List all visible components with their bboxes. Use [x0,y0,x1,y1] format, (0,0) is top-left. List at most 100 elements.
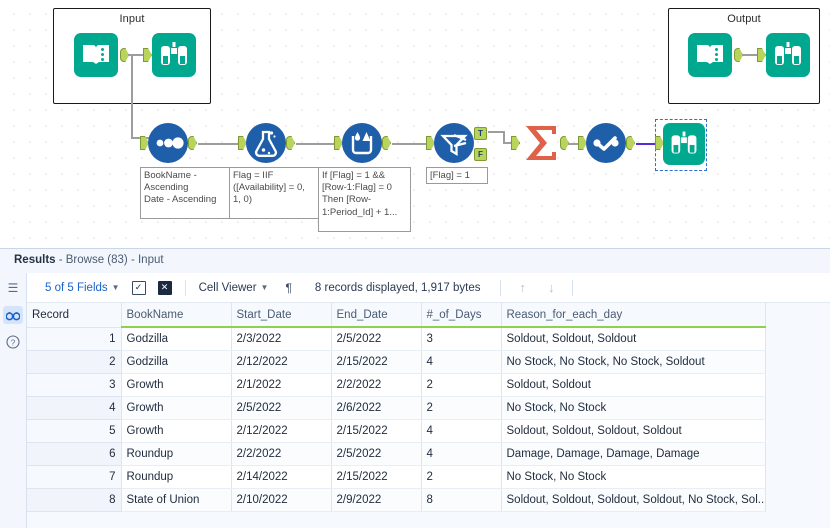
cell-bookname[interactable]: Godzilla [121,350,232,374]
datetime-tool[interactable] [578,123,635,163]
cell-start-date[interactable]: 2/1/2022 [231,373,332,397]
cell-reason[interactable]: Soldout, Soldout, Soldout, Soldout [501,419,766,443]
filter-tool[interactable]: T F [426,123,487,163]
filter-true-anchor[interactable]: T [474,127,487,140]
annotation-formula: Flag = IIF ([Availability] = 0, 1, 0) [229,167,319,219]
datetime-output-anchor[interactable] [626,136,635,150]
cell-end-date[interactable]: 2/9/2022 [331,488,422,512]
deselect-all-button[interactable]: ✕ [152,280,178,295]
cell-num-days[interactable]: 4 [421,350,502,374]
browse-output-tool[interactable] [655,123,705,165]
column-header-end-date[interactable]: End_Date [331,303,422,328]
cell-start-date[interactable]: 2/3/2022 [231,327,332,351]
table-row[interactable]: 4 Growth 2/5/2022 2/6/2022 2 No Stock, No Sto… [27,396,766,420]
cell-end-date[interactable]: 2/15/2022 [331,465,422,489]
table-row[interactable]: 2 Godzilla 2/12/2022 2/15/2022 4 No Stock, No… [27,350,766,374]
table-row[interactable]: 5 Growth 2/12/2022 2/15/2022 4 Soldout, Soldo… [27,419,766,443]
cell-reason[interactable]: No Stock, No Stock [501,396,766,420]
cell-num-days[interactable]: 4 [421,442,502,466]
fields-selector[interactable]: 5 of 5 Fields ▼ [39,282,126,294]
list-icon[interactable]: ☰ [3,279,23,297]
table-row[interactable]: 8 State of Union 2/10/2022 2/9/2022 8 Soldout… [27,488,766,512]
browse-tool-input[interactable] [143,33,196,77]
results-panel: Results - Browse (83) - Input ☰ ? 5 of 5… [0,248,830,528]
cell-num-days[interactable]: 4 [421,419,502,443]
cell-end-date[interactable]: 2/15/2022 [331,419,422,443]
flask-icon [246,123,286,163]
cell-record[interactable]: 8 [27,488,122,512]
table-body: 1 Godzilla 2/3/2022 2/5/2022 3 Soldout, Soldo… [27,327,766,512]
cell-bookname[interactable]: Roundup [121,465,232,489]
column-header-num-days[interactable]: #_of_Days [421,303,502,328]
cell-bookname[interactable]: Roundup [121,442,232,466]
cell-num-days[interactable]: 2 [421,373,502,397]
cell-start-date[interactable]: 2/12/2022 [231,419,332,443]
scroll-down-button[interactable]: ↓ [537,280,566,295]
column-header-bookname[interactable]: BookName [121,303,232,328]
cell-record[interactable]: 6 [27,442,122,466]
cell-end-date[interactable]: 2/2/2022 [331,373,422,397]
input-data-tool[interactable] [74,33,129,77]
cell-bookname[interactable]: Growth [121,396,232,420]
filter-false-anchor[interactable]: F [474,148,487,161]
multirow-output-anchor[interactable] [382,136,391,150]
help-icon[interactable]: ? [3,333,23,351]
annotation-sort: BookName - Ascending Date - Ascending [140,167,230,219]
cell-record[interactable]: 2 [27,350,122,374]
table-row[interactable]: 3 Growth 2/1/2022 2/2/2022 2 Soldout, Soldout [27,373,766,397]
sort-output-anchor[interactable] [188,136,197,150]
browse-tool-output[interactable] [757,33,810,77]
cell-end-date[interactable]: 2/15/2022 [331,350,422,374]
cell-end-date[interactable]: 2/6/2022 [331,396,422,420]
cell-bookname[interactable]: Growth [121,419,232,443]
results-source: - Browse (83) - Input [55,254,164,266]
results-title-bar: Results - Browse (83) - Input [0,249,830,273]
table-row[interactable]: 7 Roundup 2/14/2022 2/15/2022 2 No Stock, No … [27,465,766,489]
workflow-canvas[interactable]: Input T F Output BookName - Ascending Da… [0,0,830,248]
cell-start-date[interactable]: 2/12/2022 [231,350,332,374]
binoculars-icon [152,33,196,77]
cell-reason[interactable]: Damage, Damage, Damage, Damage [501,442,766,466]
cell-num-days[interactable]: 2 [421,465,502,489]
cell-start-date[interactable]: 2/5/2022 [231,396,332,420]
cell-start-date[interactable]: 2/2/2022 [231,442,332,466]
pilcrow-button[interactable]: ¶ [274,281,302,295]
cell-bookname[interactable]: Growth [121,373,232,397]
cell-record[interactable]: 1 [27,327,122,351]
cell-record[interactable]: 5 [27,419,122,443]
sort-tool[interactable] [140,123,197,163]
column-header-reason[interactable]: Reason_for_each_day [501,303,766,328]
multi-row-formula-tool[interactable] [334,123,391,163]
cell-reason[interactable]: Soldout, Soldout, Soldout, Soldout, No S… [501,488,766,512]
cell-viewer-selector[interactable]: Cell Viewer ▼ [193,282,275,294]
cell-num-days[interactable]: 8 [421,488,502,512]
formula-tool[interactable] [238,123,295,163]
cell-end-date[interactable]: 2/5/2022 [331,442,422,466]
column-header-record[interactable]: Record [27,303,122,328]
binoculars-icon[interactable] [3,306,23,324]
cell-record[interactable]: 3 [27,373,122,397]
results-table-container[interactable]: Record BookName Start_Date End_Date #_of… [27,303,830,528]
input-data-tool-output[interactable] [688,33,743,77]
cell-record[interactable]: 7 [27,465,122,489]
toolbar-divider-1 [184,279,186,296]
table-row[interactable]: 1 Godzilla 2/3/2022 2/5/2022 3 Soldout, Soldo… [27,327,766,351]
cell-num-days[interactable]: 3 [421,327,502,351]
cell-reason[interactable]: Soldout, Soldout [501,373,766,397]
cell-reason[interactable]: No Stock, No Stock [501,465,766,489]
summarize-input-anchor[interactable] [511,136,520,150]
table-row[interactable]: 6 Roundup 2/2/2022 2/5/2022 4 Damage, Damage,… [27,442,766,466]
cell-num-days[interactable]: 2 [421,396,502,420]
cell-start-date[interactable]: 2/10/2022 [231,488,332,512]
cell-bookname[interactable]: State of Union [121,488,232,512]
cell-start-date[interactable]: 2/14/2022 [231,465,332,489]
column-header-start-date[interactable]: Start_Date [231,303,332,328]
cell-reason[interactable]: Soldout, Soldout, Soldout [501,327,766,351]
cell-record[interactable]: 4 [27,396,122,420]
select-all-button[interactable]: ✓ [126,280,152,295]
cell-end-date[interactable]: 2/5/2022 [331,327,422,351]
scroll-up-button[interactable]: ↑ [508,280,537,295]
cell-bookname[interactable]: Godzilla [121,327,232,351]
cell-reason[interactable]: No Stock, No Stock, No Stock, Soldout [501,350,766,374]
formula-output-anchor[interactable] [286,136,295,150]
